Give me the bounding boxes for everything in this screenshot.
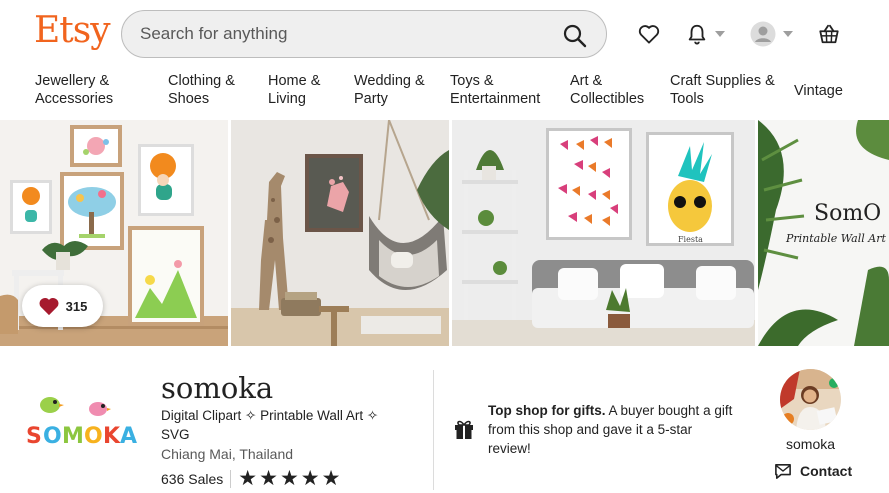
banner-brand-text: SomO xyxy=(814,201,881,226)
message-icon xyxy=(775,463,791,479)
shop-location: Chiang Mai, Thailand xyxy=(161,446,294,462)
nav-item-art[interactable]: Art & Collectibles xyxy=(570,72,644,108)
notifications-button[interactable] xyxy=(686,19,725,49)
nav-item-home-living[interactable]: Home & Living xyxy=(268,72,320,108)
svg-text:S: S xyxy=(26,424,42,449)
section-divider xyxy=(433,370,434,490)
etsy-logo[interactable]: Etsy xyxy=(34,10,111,51)
heart-icon xyxy=(638,25,660,44)
poster-text: Fiesta xyxy=(678,235,703,244)
favorite-shop-button[interactable]: 315 xyxy=(22,285,103,327)
nav-item-toys[interactable]: Toys & Entertainment xyxy=(450,72,540,108)
gift-icon xyxy=(455,420,473,439)
shop-title: Digital Clipart ✧ Printable Wall Art ✧ S… xyxy=(161,408,379,442)
shop-name: somoka xyxy=(161,371,274,405)
sales-count: 636 Sales xyxy=(161,471,224,487)
contact-button[interactable]: Contact xyxy=(774,463,852,479)
star-icon: ★ xyxy=(238,467,258,490)
nav-item-clothing[interactable]: Clothing & Shoes xyxy=(168,72,235,108)
nav-item-jewellery[interactable]: Jewellery & Accessories xyxy=(35,72,113,108)
svg-text:O: O xyxy=(84,424,103,449)
gift-banner: Top shop for gifts. A buyer bought a gif… xyxy=(488,401,733,458)
svg-text:O: O xyxy=(43,424,62,449)
owner-name[interactable]: somoka xyxy=(786,436,835,452)
search-button[interactable] xyxy=(562,23,588,49)
site-header: Etsy xyxy=(0,0,889,68)
star-icon: ★ xyxy=(279,467,299,490)
banner-image-living-room xyxy=(231,120,449,346)
svg-text:K: K xyxy=(103,424,121,449)
banner-image-brand: SomO Printable Wall Art xyxy=(758,120,889,346)
banner-tagline-text: Printable Wall Art xyxy=(785,232,886,245)
svg-text:A: A xyxy=(120,424,137,449)
nav-item-vintage[interactable]: Vintage xyxy=(794,82,843,100)
search-icon xyxy=(563,24,587,48)
nav-item-craft[interactable]: Craft Supplies & Tools xyxy=(670,72,775,108)
chevron-down-icon xyxy=(783,31,793,37)
bell-icon xyxy=(688,24,706,45)
cart-button[interactable] xyxy=(818,19,840,49)
category-nav: Jewellery & Accessories Clothing & Shoes H… xyxy=(0,72,889,120)
star-icon: ★ xyxy=(321,467,341,490)
nav-item-wedding[interactable]: Wedding & Party xyxy=(354,72,425,108)
search-bar[interactable] xyxy=(121,10,607,58)
contact-label: Contact xyxy=(800,463,853,479)
search-input[interactable] xyxy=(140,24,540,44)
chevron-down-icon xyxy=(715,31,725,37)
shop-logo[interactable]: S O M O K A xyxy=(24,393,142,451)
star-icon: ★ xyxy=(259,467,278,490)
favorites-count: 315 xyxy=(65,298,88,314)
avatar-icon xyxy=(750,21,776,47)
account-menu[interactable] xyxy=(750,19,793,49)
star-icon: ★ xyxy=(300,467,320,490)
gift-banner-title: Top shop for gifts. xyxy=(488,403,606,418)
star-rating[interactable]: ★ ★ ★ ★ ★ xyxy=(238,467,341,490)
banner-image-sofa-room: Fiesta xyxy=(452,120,755,346)
svg-text:M: M xyxy=(62,424,84,449)
basket-icon xyxy=(819,24,839,44)
shop-sales-rating: 636 Sales ★ ★ ★ ★ ★ xyxy=(161,467,341,490)
shop-banner: Fiesta SomO Printable Wall Art xyxy=(0,120,889,346)
owner-avatar[interactable] xyxy=(780,369,841,430)
heart-filled-icon xyxy=(39,298,59,316)
favorites-button[interactable] xyxy=(638,19,660,49)
divider xyxy=(230,470,232,488)
